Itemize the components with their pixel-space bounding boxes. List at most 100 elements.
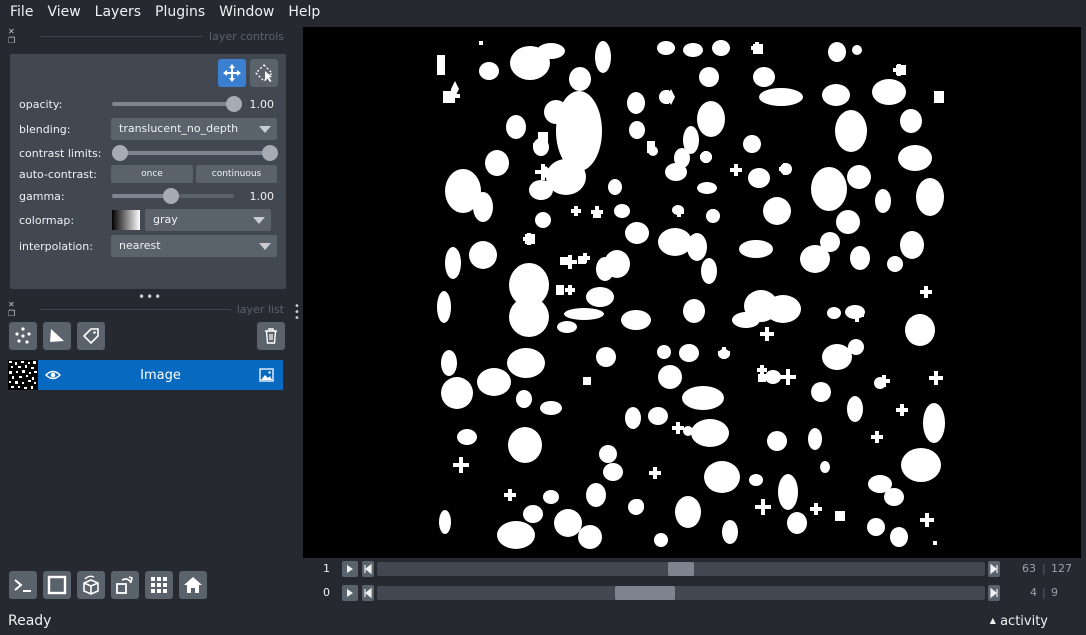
- layer-controls-panel: opacity: 1.00 blending: translucent_no_d…: [10, 54, 286, 289]
- play-button[interactable]: [342, 561, 358, 577]
- dims-current-value[interactable]: 4: [1030, 586, 1037, 599]
- gamma-label: gamma:: [19, 189, 65, 203]
- contrast-min-handle[interactable]: [112, 145, 128, 161]
- tag-icon: [82, 328, 99, 345]
- menu-file[interactable]: File: [3, 0, 40, 24]
- reset-view-button[interactable]: [179, 571, 207, 599]
- menu-view[interactable]: View: [40, 0, 87, 24]
- grid-view-button[interactable]: [145, 571, 173, 599]
- interpolation-dropdown[interactable]: nearest: [111, 235, 277, 257]
- contrast-limits-label: contrast limits:: [19, 146, 102, 160]
- colormap-preview: [112, 210, 140, 230]
- opacity-row: opacity: 1.00: [10, 93, 286, 115]
- chevron-down-icon: [259, 243, 271, 250]
- shapes-icon: [50, 329, 64, 342]
- gamma-value: 1.00: [249, 189, 275, 203]
- dims-slider-row-1: 1 63 | 127: [303, 559, 1081, 579]
- dims-slider-thumb[interactable]: [615, 586, 675, 600]
- divider: [40, 35, 204, 37]
- dims-slider-track[interactable]: [377, 562, 985, 576]
- delete-layer-button[interactable]: [257, 322, 285, 350]
- new-points-layer-button[interactable]: [9, 322, 37, 350]
- colormap-label: colormap:: [19, 213, 75, 227]
- dock-close-float-icons[interactable]: ✕ ❐: [8, 27, 34, 45]
- layer-name: Image: [140, 367, 181, 383]
- grid-icon: [151, 577, 167, 593]
- binary-blobs-image: [437, 40, 945, 549]
- roll-dimensions-button[interactable]: [77, 571, 105, 599]
- transform-mode-button[interactable]: [250, 59, 278, 87]
- contrast-limits-row: contrast limits:: [10, 142, 286, 164]
- blending-row: blending: translucent_no_depth: [10, 118, 286, 140]
- blending-dropdown[interactable]: translucent_no_depth: [111, 118, 277, 140]
- gamma-row: gamma: 1.00: [10, 185, 286, 207]
- transpose-dimensions-button[interactable]: [111, 571, 139, 599]
- auto-contrast-label: auto-contrast:: [19, 167, 98, 181]
- more-options-icon[interactable]: • • •: [294, 302, 300, 324]
- gamma-slider-handle[interactable]: [163, 188, 179, 204]
- dims-current-value[interactable]: 63: [1022, 562, 1036, 575]
- step-forward-button[interactable]: [988, 561, 1000, 577]
- dims-separator: |: [1042, 562, 1046, 575]
- step-forward-icon: [990, 587, 998, 599]
- step-back-button[interactable]: [362, 561, 374, 577]
- activity-button[interactable]: ▲ activity: [990, 614, 1048, 629]
- menu-layers[interactable]: Layers: [88, 0, 148, 24]
- colormap-dropdown[interactable]: gray: [145, 209, 271, 231]
- opacity-label: opacity:: [19, 97, 63, 111]
- layer-list-titlebar: ✕ ❐ layer list: [8, 300, 284, 318]
- chevron-down-icon: [259, 126, 271, 133]
- contrast-max-handle[interactable]: [262, 145, 278, 161]
- auto-contrast-once-button[interactable]: once: [111, 165, 193, 183]
- image-layer-icon: [259, 368, 274, 382]
- contrast-limits-slider[interactable]: [112, 145, 278, 161]
- colormap-row: colormap: gray: [10, 209, 286, 231]
- dim-axis-label: 0: [323, 586, 330, 599]
- layer-controls-title: layer controls: [209, 29, 284, 43]
- move-arrows-icon: [223, 64, 241, 82]
- interpolation-row: interpolation: nearest: [10, 235, 286, 257]
- toggle-ndisplay-button[interactable]: [43, 571, 71, 599]
- noise-thumbnail-image: [8, 360, 38, 390]
- menu-help[interactable]: Help: [281, 0, 327, 24]
- dims-slider-track[interactable]: [377, 586, 985, 600]
- step-forward-button[interactable]: [988, 585, 1000, 601]
- step-back-button[interactable]: [362, 585, 374, 601]
- menu-plugins[interactable]: Plugins: [148, 0, 212, 24]
- dims-slider-thumb[interactable]: [668, 562, 694, 576]
- chevron-down-icon: [253, 217, 265, 224]
- menu-window[interactable]: Window: [212, 0, 281, 24]
- new-labels-layer-button[interactable]: [77, 322, 105, 350]
- status-text: Ready: [8, 613, 52, 629]
- pan-zoom-mode-button[interactable]: [218, 59, 246, 87]
- auto-contrast-row: auto-contrast: once continuous: [10, 163, 286, 185]
- gamma-slider[interactable]: [112, 188, 234, 204]
- trash-icon: [265, 328, 277, 344]
- dims-separator: |: [1042, 586, 1046, 599]
- transform-icon: [255, 64, 273, 82]
- dims-total-value: 9: [1051, 586, 1058, 599]
- layer-list-title: layer list: [236, 302, 284, 316]
- play-button[interactable]: [342, 585, 358, 601]
- dock-close-float-icons[interactable]: ✕ ❐: [8, 300, 34, 318]
- menu-bar: File View Layers Plugins Window Help: [0, 0, 1086, 24]
- dims-total-value: 127: [1051, 562, 1072, 575]
- step-back-icon: [364, 587, 372, 599]
- activity-label: activity: [1000, 614, 1048, 629]
- step-back-icon: [364, 563, 372, 575]
- cube-icon: [83, 575, 99, 595]
- caret-up-icon: ▲: [989, 616, 996, 625]
- interpolation-label: interpolation:: [19, 239, 93, 253]
- viewer-canvas[interactable]: [303, 27, 1081, 558]
- blending-value: translucent_no_depth: [119, 122, 239, 135]
- opacity-slider[interactable]: [112, 96, 242, 112]
- auto-contrast-continuous-button[interactable]: continuous: [196, 165, 277, 183]
- dim-axis-label: 1: [323, 562, 330, 575]
- new-shapes-layer-button[interactable]: [43, 322, 71, 350]
- layer-thumbnail: [8, 360, 38, 390]
- layer-item-image[interactable]: Image: [38, 360, 283, 390]
- console-button[interactable]: [9, 571, 37, 599]
- blending-label: blending:: [19, 122, 71, 136]
- home-icon: [184, 577, 202, 593]
- opacity-slider-handle[interactable]: [226, 96, 242, 112]
